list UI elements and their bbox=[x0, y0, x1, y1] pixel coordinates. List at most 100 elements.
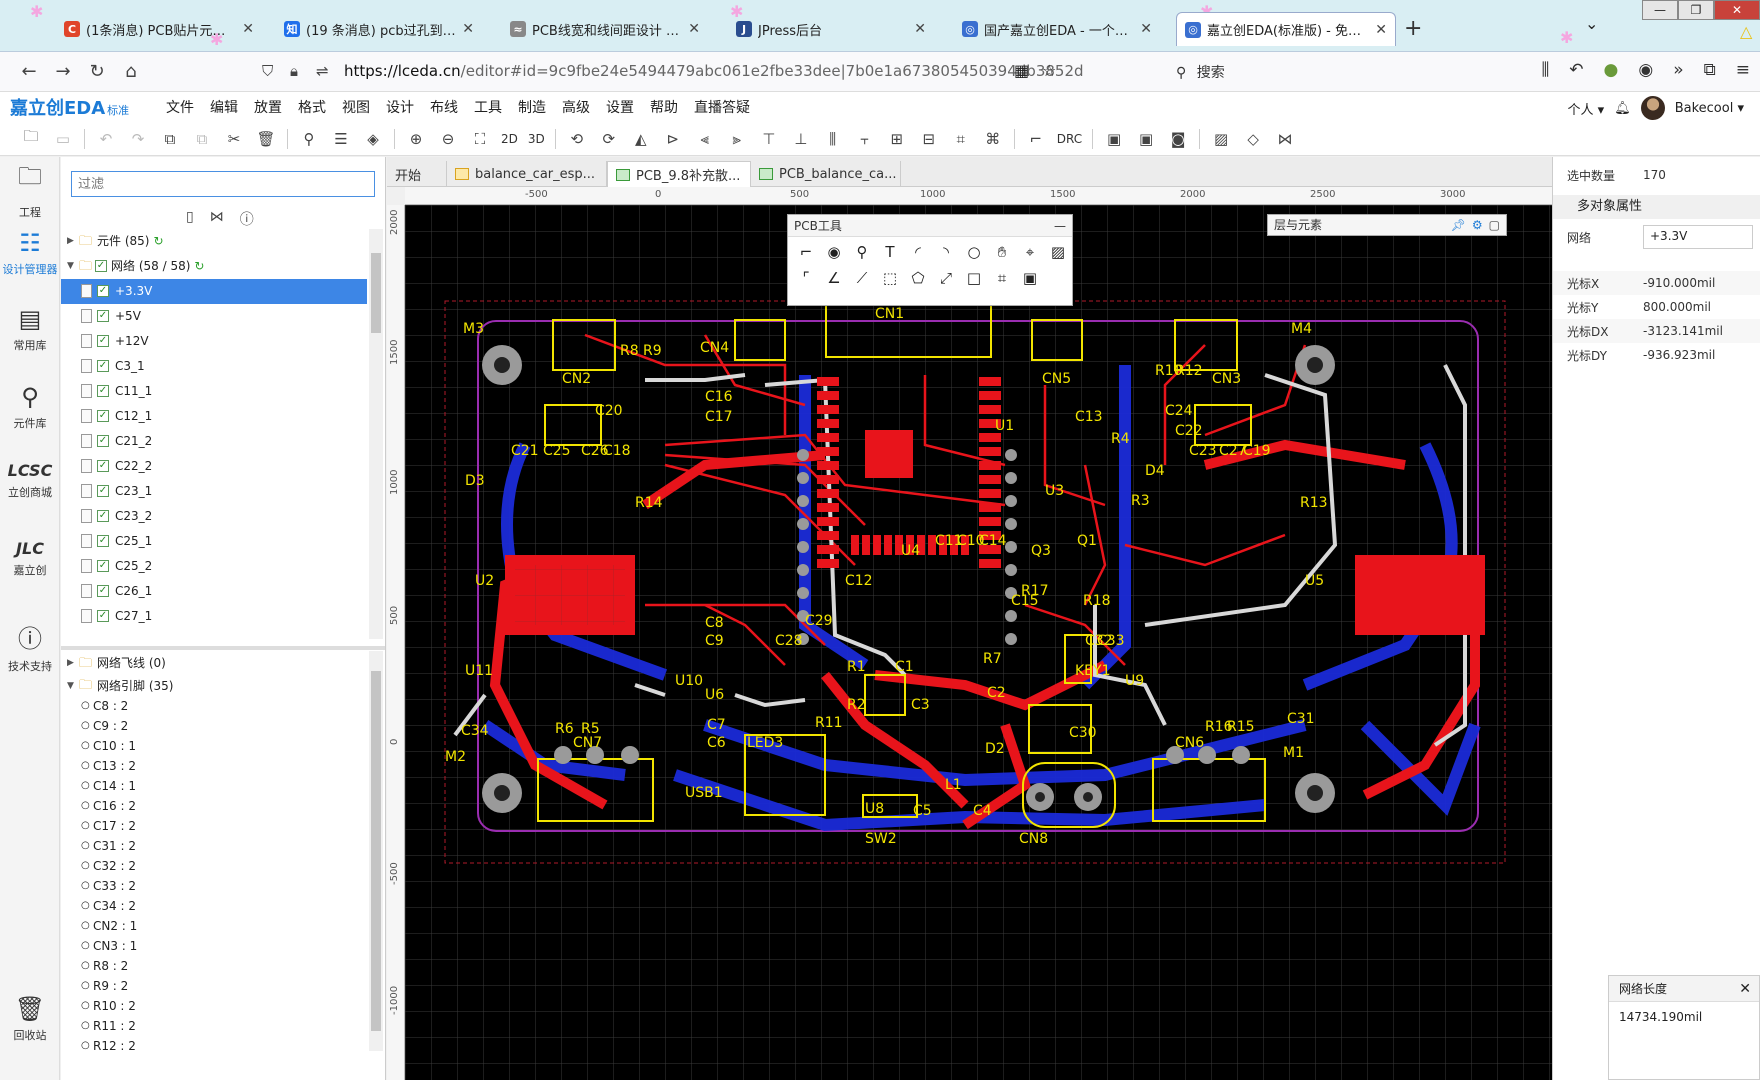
checkbox[interactable]: ✓ bbox=[97, 435, 109, 447]
browser-tab-5[interactable]: ◎ 嘉立创EDA(标准版) - 免费、易... ✕ bbox=[1176, 12, 1396, 46]
tab-pcb-active[interactable]: PCB_9.8补充散... bbox=[607, 161, 751, 187]
text-tool-icon[interactable]: T bbox=[876, 243, 904, 261]
expand-arrow-icon[interactable]: ▶ bbox=[67, 229, 74, 254]
library-icon[interactable]: ⫼ bbox=[1541, 60, 1549, 80]
close-tab-icon[interactable]: ✕ bbox=[462, 21, 474, 37]
view-2d-button[interactable]: 2D bbox=[501, 132, 518, 146]
pcb-tools-header[interactable]: PCB工具 — bbox=[788, 215, 1072, 237]
net-item[interactable]: ✓ C25_2 bbox=[61, 554, 367, 579]
checkbox[interactable]: ✓ bbox=[97, 585, 109, 597]
home-icon[interactable]: ⌂ bbox=[114, 61, 148, 82]
menu-route[interactable]: 布线 bbox=[422, 97, 466, 117]
gear-icon[interactable]: ⚙ bbox=[1472, 215, 1483, 235]
tree-node-netpins[interactable]: ▼ 🗀︎ 网络引脚 (35) bbox=[61, 676, 367, 696]
cut-icon[interactable]: ✂ bbox=[223, 130, 245, 148]
menu-fabrication[interactable]: 制造 bbox=[510, 97, 554, 117]
menu-file[interactable]: 文件 bbox=[158, 97, 202, 117]
rect-tool-icon[interactable]: □ bbox=[960, 269, 988, 287]
refresh-icon[interactable]: ↻ bbox=[153, 234, 163, 248]
bom-icon[interactable]: ▣ bbox=[1103, 130, 1125, 148]
checkbox[interactable]: ✓ bbox=[97, 560, 109, 572]
multi-object-section[interactable]: 多对象属性 bbox=[1553, 195, 1760, 219]
maximize-button[interactable]: ❐ bbox=[1678, 0, 1714, 20]
close-tab-icon[interactable]: ✕ bbox=[688, 21, 700, 37]
paste-icon[interactable]: ⧉ bbox=[191, 130, 213, 148]
align-right-icon[interactable]: ⫸ bbox=[726, 130, 748, 148]
solid-region-tool-icon[interactable]: ⬠ bbox=[904, 269, 932, 287]
rotate-right-icon[interactable]: ⟳ bbox=[598, 130, 620, 148]
net-pin-item[interactable]: ○ C33 : 2 bbox=[61, 876, 367, 896]
net-pin-item[interactable]: ○ R11 : 2 bbox=[61, 1016, 367, 1036]
net-pin-item[interactable]: ○ C34 : 2 bbox=[61, 896, 367, 916]
lock-icon[interactable]: 🔒︎ bbox=[290, 62, 298, 80]
forward-icon[interactable]: → bbox=[46, 61, 80, 82]
net-highlight-icon[interactable]: ⋈ bbox=[210, 209, 224, 229]
drc-button[interactable]: DRC bbox=[1057, 132, 1082, 146]
refresh-list-icon[interactable]: ▯ bbox=[186, 209, 194, 229]
align-center-v-icon[interactable]: ⫼ bbox=[822, 130, 844, 148]
menu-edit[interactable]: 编辑 bbox=[202, 97, 246, 117]
scrollbar-thumb[interactable] bbox=[371, 671, 381, 1031]
net-pin-item[interactable]: ○ C8 : 2 bbox=[61, 696, 367, 716]
browser-search-box[interactable]: ⚲ 搜索 bbox=[1176, 62, 1225, 82]
flip-horizontal-icon[interactable]: ◭ bbox=[630, 130, 652, 148]
image-tool-icon[interactable]: ▨ bbox=[1044, 243, 1072, 261]
copy-icon[interactable]: ⧉ bbox=[159, 130, 181, 148]
save-icon[interactable]: ▭ bbox=[52, 130, 74, 148]
hamburger-menu-icon[interactable]: ≡ bbox=[1736, 60, 1750, 80]
checkbox[interactable]: ✓ bbox=[97, 385, 109, 397]
checkbox[interactable]: ✓ bbox=[97, 410, 109, 422]
checkbox[interactable]: ✓ bbox=[95, 260, 107, 272]
distribute-h-icon[interactable]: ⊞ bbox=[886, 130, 908, 148]
overflow-icon[interactable]: » bbox=[1673, 60, 1683, 80]
url-field[interactable]: https://lceda.cn/editor#id=9c9fbe24e5494… bbox=[344, 62, 1084, 80]
rail-jlc[interactable]: JLC 嘉立创 bbox=[0, 539, 60, 578]
pin-tree-scrollbar[interactable] bbox=[369, 651, 383, 1051]
minimize-button[interactable]: — bbox=[1642, 0, 1678, 20]
group-icon[interactable]: ⌘ bbox=[982, 130, 1004, 148]
rail-recycle-bin[interactable]: 🗑︎ 回收站 bbox=[0, 995, 60, 1043]
net-item[interactable]: ✓ C22_2 bbox=[61, 454, 367, 479]
undo-close-icon[interactable]: ↶ bbox=[1569, 60, 1583, 80]
gerber-icon[interactable]: ▣ bbox=[1135, 130, 1157, 148]
menu-place[interactable]: 放置 bbox=[246, 97, 290, 117]
net-pin-item[interactable]: ○ CN2 : 1 bbox=[61, 916, 367, 936]
view-3d-button[interactable]: 3D bbox=[528, 132, 545, 146]
scrollbar-thumb[interactable] bbox=[371, 253, 381, 333]
net-item[interactable]: ✓ C3_1 bbox=[61, 354, 367, 379]
copper-area-tool-icon[interactable]: ⬚ bbox=[876, 269, 904, 287]
menu-settings[interactable]: 设置 bbox=[598, 97, 642, 117]
back-icon[interactable]: ← bbox=[12, 61, 46, 82]
avatar[interactable] bbox=[1640, 96, 1665, 120]
bell-icon[interactable]: 🔔︎ bbox=[1614, 101, 1631, 116]
measure-tool-icon[interactable]: ⤢ bbox=[932, 269, 960, 287]
rotate-left-icon[interactable]: ⟲ bbox=[566, 130, 588, 148]
net-item[interactable]: ✓ +12V bbox=[61, 329, 367, 354]
net-pin-item[interactable]: ○ CN3 : 1 bbox=[61, 936, 367, 956]
net-pin-item[interactable]: ○ C17 : 2 bbox=[61, 816, 367, 836]
rail-design-manager[interactable]: ☷ 设计管理器 bbox=[0, 227, 60, 303]
net-item[interactable]: ✓ C26_1 bbox=[61, 579, 367, 604]
line-tool-icon[interactable]: ⟋ bbox=[848, 269, 876, 287]
qr-code-icon[interactable]: ▦ bbox=[1014, 61, 1029, 80]
checkbox[interactable]: ✓ bbox=[97, 310, 109, 322]
drc-warning-icon[interactable]: ⓘ bbox=[240, 209, 254, 229]
panel-splitter[interactable] bbox=[61, 646, 385, 650]
net-item[interactable]: ✓ +5V bbox=[61, 304, 367, 329]
align-top-icon[interactable]: ⊤ bbox=[758, 130, 780, 148]
collapse-arrow-icon[interactable]: ▼ bbox=[67, 254, 74, 279]
tab-schematic[interactable]: balance_car_esp... bbox=[447, 161, 607, 187]
net-pin-item[interactable]: ○ C13 : 2 bbox=[61, 756, 367, 776]
close-tab-icon[interactable]: ✕ bbox=[242, 21, 254, 37]
extension-icon[interactable]: ◉ bbox=[1638, 60, 1653, 80]
menu-format[interactable]: 格式 bbox=[290, 97, 334, 117]
zoom-out-icon[interactable]: ⊖ bbox=[437, 130, 459, 148]
refresh-icon[interactable]: ↻ bbox=[194, 259, 204, 273]
track-tool-icon[interactable]: ⌐ bbox=[792, 243, 820, 261]
checkbox[interactable]: ✓ bbox=[97, 485, 109, 497]
window-close-button[interactable]: ✕ bbox=[1714, 0, 1760, 20]
browser-tab-1[interactable]: 知 (19 条消息) pcb过孔到底可不可... ✕ bbox=[276, 12, 482, 46]
collapse-arrow-icon[interactable]: ▼ bbox=[67, 676, 74, 696]
rail-component-library[interactable]: ⚲ 元件库 bbox=[0, 383, 60, 431]
close-tab-icon[interactable]: ✕ bbox=[914, 21, 926, 37]
